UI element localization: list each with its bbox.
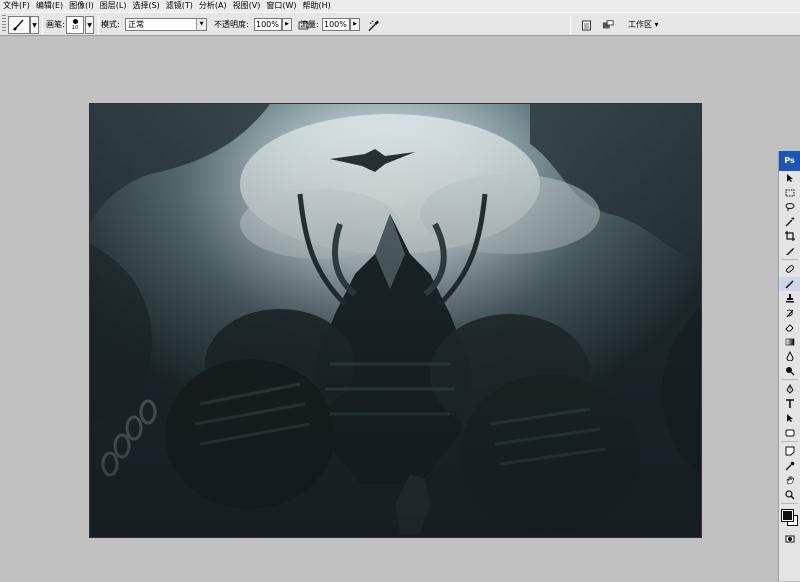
notes-icon [785,446,794,456]
pen-tool-icon [785,384,794,394]
brush-preset-icon [13,19,24,31]
healing-brush-icon [785,265,794,274]
mode-value: 正常 [128,20,144,29]
notes-tool[interactable] [779,444,800,459]
eraser-icon [784,324,794,332]
divider [570,16,571,34]
menu-edit[interactable]: 编辑(E) [33,0,66,12]
tool-preset-dropdown[interactable]: ▼ [30,16,39,34]
opacity-label: 不透明度: [214,20,249,29]
type-tool[interactable] [779,397,800,412]
foreground-color-swatch[interactable] [781,509,794,522]
quick-mask-icon [785,535,794,543]
toolbox-panel: Ps [778,151,800,581]
eyedropper-icon [785,461,794,471]
dodge-tool-icon [785,366,794,376]
zoom-tool-icon [784,490,795,500]
menu-bar: 文件(F) 编辑(E) 图像(I) 图层(L) 选择(S) 滤镜(T) 分析(A… [0,0,800,12]
airbrush-icon [368,19,380,31]
path-selection-icon [786,414,793,423]
bridge-button[interactable] [602,19,614,31]
menu-layer[interactable]: 图层(L) [97,0,130,12]
healing-brush-tool[interactable] [779,262,800,277]
menu-filter[interactable]: 滤镜(T) [163,0,196,12]
ps-logo[interactable]: Ps [779,151,800,171]
crop-tool-icon [784,231,795,242]
shape-tool[interactable] [779,426,800,441]
move-tool-icon [786,174,793,183]
eraser-tool[interactable] [779,320,800,335]
menu-window[interactable]: 窗口(W) [263,0,299,12]
chevron-down-icon: ▼ [196,19,206,30]
workspace-menu[interactable]: 工作区 ▾ [628,19,659,30]
lasso-tool[interactable] [779,200,800,215]
eyedropper-tool[interactable] [779,459,800,474]
zoom-tool[interactable] [779,488,800,503]
marquee-tool-icon [785,189,794,197]
brush-picker[interactable]: 10 [66,16,84,34]
menu-image[interactable]: 图像(I) [66,0,97,12]
mode-select[interactable]: 正常 ▼ [125,18,207,31]
lasso-tool-icon [785,203,794,212]
menu-help[interactable]: 帮助(H) [300,0,334,12]
artwork-image [90,104,701,537]
flow-input[interactable]: 100% [322,18,350,31]
gradient-icon [785,338,794,346]
brush-label: 画笔: [46,20,65,29]
options-bar-grip[interactable] [2,15,6,33]
menu-view[interactable]: 视图(V) [230,0,264,12]
brush-tool[interactable] [779,276,800,291]
document-icon [581,20,591,30]
clone-stamp-tool[interactable] [779,291,800,306]
menu-file[interactable]: 文件(F) [0,0,33,12]
type-tool-icon [785,398,794,408]
bridge-icon [602,20,614,29]
crop-tool[interactable] [779,229,800,244]
history-brush-tool[interactable] [779,306,800,321]
dodge-tool[interactable] [779,364,800,379]
magic-wand-icon [785,216,794,227]
divider [42,16,43,34]
brush-picker-dropdown[interactable]: ▼ [85,16,94,34]
magic-wand-tool[interactable] [779,215,800,230]
document-canvas[interactable] [89,103,702,538]
divider [98,16,99,34]
hand-tool[interactable] [779,473,800,488]
clone-stamp-icon [785,294,794,303]
move-tool[interactable] [779,171,800,186]
flow-label: 流量: [300,20,319,29]
gradient-tool[interactable] [779,335,800,350]
palette-well-button[interactable] [580,19,592,31]
flow-slider-button[interactable]: ▶ [350,18,360,31]
marquee-tool[interactable] [779,186,800,201]
opacity-input[interactable]: 100% [254,18,282,31]
history-brush-icon [786,309,793,318]
airbrush-button[interactable] [368,19,380,31]
brush-tip-icon [72,19,78,24]
tool-preset-picker[interactable] [8,16,30,34]
hand-tool-icon [786,476,794,485]
blur-tool[interactable] [779,349,800,364]
slice-tool-icon [785,247,794,255]
shape-tool-icon [785,429,794,437]
quick-mask-button[interactable] [779,532,800,547]
slice-tool[interactable] [779,244,800,259]
brush-size: 10 [71,25,79,31]
opacity-slider-button[interactable]: ▶ [282,18,292,31]
color-swatches [779,506,800,532]
path-selection-tool[interactable] [779,411,800,426]
options-bar: ▼ 画笔: 10 ▼ 模式: 正常 ▼ 不透明度: 100% ▶ 流量: 100… [0,12,800,36]
blur-tool-icon [785,351,794,362]
brush-tool-icon [784,280,794,289]
pen-tool[interactable] [779,382,800,397]
menu-analysis[interactable]: 分析(A) [196,0,230,12]
mode-label: 模式: [101,20,120,29]
menu-select[interactable]: 选择(S) [129,0,162,12]
